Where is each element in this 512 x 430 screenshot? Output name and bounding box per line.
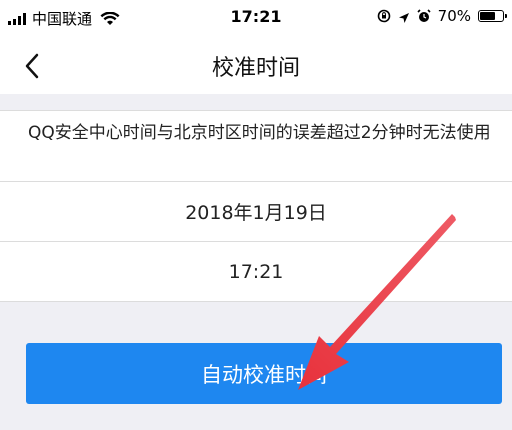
time-value: 17:21	[228, 260, 284, 283]
calibrate-time-screen: 中国联通 17:21 70% 校准时间 QQ安全中心时间与北京时区时间的误差超过…	[0, 0, 512, 430]
battery-level	[480, 12, 495, 20]
date-value: 2018年1月19日	[185, 202, 327, 224]
auto-calibrate-label: 自动校准时间	[201, 362, 327, 387]
status-right: 70%	[377, 7, 507, 25]
notice-text: QQ安全中心时间与北京时区时间的误差超过2分钟时无法使用	[28, 123, 491, 143]
auto-calibrate-button[interactable]: 自动校准时间	[26, 343, 502, 404]
navigation-bar: 校准时间	[0, 36, 512, 94]
rotation-lock-icon	[377, 9, 391, 23]
battery-icon	[478, 10, 507, 22]
time-row[interactable]: 17:21	[0, 242, 512, 302]
page-title: 校准时间	[211, 56, 300, 81]
date-row[interactable]: 2018年1月19日	[0, 182, 512, 242]
battery-percent: 70%	[437, 7, 471, 25]
status-bar: 中国联通 17:21 70%	[0, 0, 512, 36]
notice-panel: QQ安全中心时间与北京时区时间的误差超过2分钟时无法使用	[0, 110, 512, 182]
alarm-icon	[417, 9, 431, 23]
location-icon	[398, 10, 410, 23]
